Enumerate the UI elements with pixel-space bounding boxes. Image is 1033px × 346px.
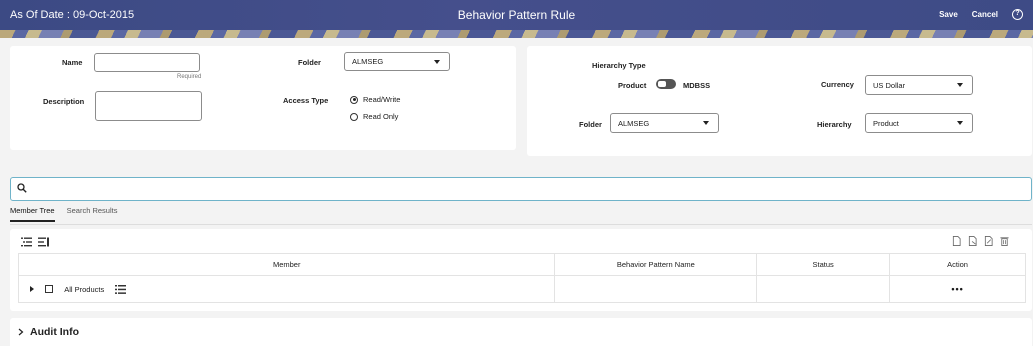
chevron-down-icon	[957, 83, 963, 87]
audit-info-label: Audit Info	[30, 326, 79, 338]
column-header-behavior-pattern-name[interactable]: Behavior Pattern Name	[554, 253, 758, 276]
table-header-row: Member Behavior Pattern Name Status Acti…	[17, 253, 1026, 276]
member-cell: All Products	[17, 275, 556, 303]
hierarchy-label: Hierarchy	[817, 120, 852, 129]
tab-bar: Member Tree Search Results	[10, 206, 117, 222]
radio-unselected-icon	[350, 112, 358, 121]
chevron-down-icon	[957, 121, 963, 125]
tabs-divider	[10, 224, 1032, 225]
radio-selected-icon	[350, 95, 358, 104]
chevron-down-icon	[703, 121, 709, 125]
save-button[interactable]: Save	[939, 10, 958, 19]
currency-label: Currency	[821, 80, 854, 89]
toggle-mdbss-label: MDBSS	[683, 81, 711, 90]
rule-details-panel: Name Required Description Folder ALMSEG …	[10, 46, 516, 150]
tab-search-results[interactable]: Search Results	[67, 206, 118, 222]
chevron-right-icon	[18, 328, 24, 336]
view-icon[interactable]	[967, 236, 978, 246]
radio-read-only-label: Read Only	[363, 112, 399, 121]
radio-read-write-label: Read/Write	[363, 95, 401, 104]
hierarchy-select-value: Product	[873, 118, 899, 128]
tab-member-tree[interactable]: Member Tree	[10, 206, 55, 222]
member-tree-table: Member Behavior Pattern Name Status Acti…	[17, 253, 1026, 303]
more-actions-icon[interactable]: •••	[889, 275, 1026, 303]
currency-select[interactable]: US Dollar	[865, 75, 973, 95]
collapse-all-icon[interactable]	[38, 237, 49, 247]
toggle-product-label: Product	[618, 81, 647, 90]
access-type-label: Access Type	[283, 96, 329, 105]
table-row: All Products •••	[17, 275, 1026, 303]
status-cell	[756, 275, 891, 303]
row-checkbox[interactable]	[45, 285, 54, 294]
hierarchy-type-toggle[interactable]	[656, 79, 676, 89]
add-icon[interactable]	[951, 236, 962, 246]
behavior-pattern-name-cell	[554, 275, 758, 303]
audit-info-section[interactable]: Audit Info	[10, 318, 1032, 346]
radio-read-only[interactable]: Read Only	[350, 112, 398, 121]
folder-label: Folder	[298, 58, 321, 67]
radio-read-write[interactable]: Read/Write	[350, 95, 400, 104]
column-header-status[interactable]: Status	[756, 253, 891, 276]
page-title: Behavior Pattern Rule	[457, 8, 576, 22]
hierarchy-panel: Hierarchy Type Product MDBSS Currency US…	[527, 46, 1032, 156]
chevron-down-icon	[434, 59, 440, 64]
expand-all-icon[interactable]	[21, 237, 32, 247]
header-decorative-band	[0, 30, 1033, 38]
expand-arrow-icon[interactable]	[30, 286, 34, 293]
name-label: Name	[62, 58, 83, 67]
folder-label-right: Folder	[579, 120, 602, 129]
hierarchy-type-label: Hierarchy Type	[592, 61, 646, 70]
edit-icon[interactable]	[983, 236, 994, 246]
currency-select-value: US Dollar	[873, 80, 906, 90]
folder-select[interactable]: ALMSEG	[344, 52, 450, 71]
folder-select-value: ALMSEG	[352, 57, 384, 66]
description-input[interactable]	[95, 91, 202, 121]
folder-select-right[interactable]: ALMSEG	[610, 113, 719, 133]
name-input[interactable]	[94, 53, 200, 72]
search-input[interactable]	[10, 177, 1032, 201]
member-name[interactable]: All Products	[64, 285, 104, 294]
required-hint: Required	[177, 74, 202, 80]
header-bar: As Of Date : 09-Oct-2015 Behavior Patter…	[0, 0, 1033, 38]
description-label: Description	[43, 97, 85, 106]
folder-select-right-value: ALMSEG	[618, 118, 650, 128]
list-icon[interactable]	[115, 284, 127, 294]
column-header-member[interactable]: Member	[17, 253, 556, 276]
help-icon[interactable]: ?	[1012, 9, 1023, 20]
search-icon	[17, 183, 27, 193]
header-actions: Save Cancel ?	[939, 9, 1023, 20]
cancel-button[interactable]: Cancel	[972, 10, 998, 19]
column-header-action[interactable]: Action	[889, 253, 1026, 276]
hierarchy-select[interactable]: Product	[865, 113, 973, 133]
delete-icon[interactable]	[999, 236, 1010, 246]
